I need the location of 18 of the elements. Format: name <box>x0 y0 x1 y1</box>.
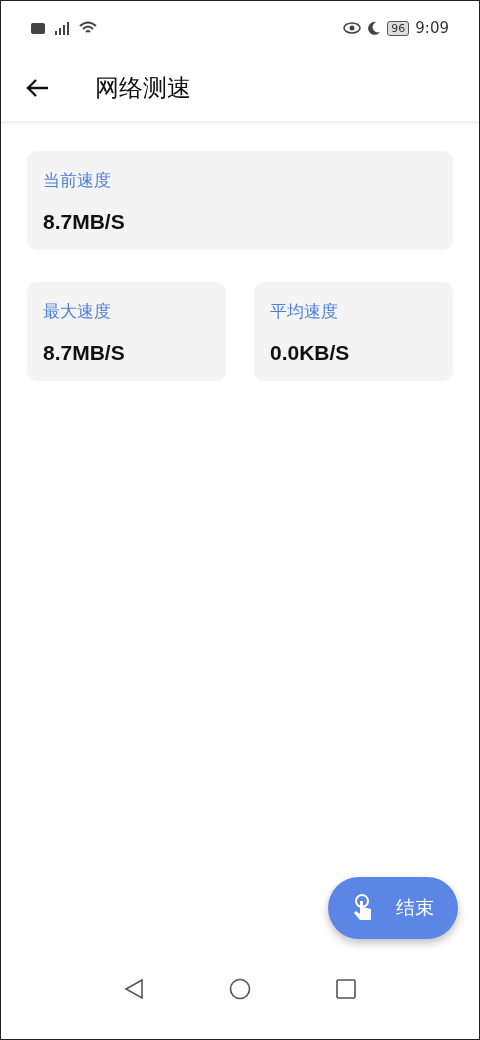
stop-button[interactable]: 结束 <box>328 877 458 939</box>
speed-value: 0.0KB/S <box>270 341 351 365</box>
battery-indicator: 96 <box>387 20 410 36</box>
speed-value: 8.7MB/S <box>43 210 126 234</box>
page-title: 网络测速 <box>95 73 191 104</box>
home-nav-icon[interactable] <box>229 978 251 1000</box>
clock-time: 9:09 <box>415 19 449 37</box>
back-arrow-icon[interactable] <box>25 78 49 98</box>
speed-value: 8.7MB/S <box>43 341 126 365</box>
moon-icon <box>367 21 382 35</box>
speed-label: 当前速度 <box>43 169 112 192</box>
eye-icon <box>343 22 362 34</box>
speed-label: 平均速度 <box>270 300 339 323</box>
speed-label: 最大速度 <box>43 300 112 323</box>
recents-nav-icon[interactable] <box>336 979 357 999</box>
wifi-icon <box>79 21 97 35</box>
hand-tap-icon <box>352 894 374 922</box>
back-nav-icon[interactable] <box>123 978 144 1000</box>
